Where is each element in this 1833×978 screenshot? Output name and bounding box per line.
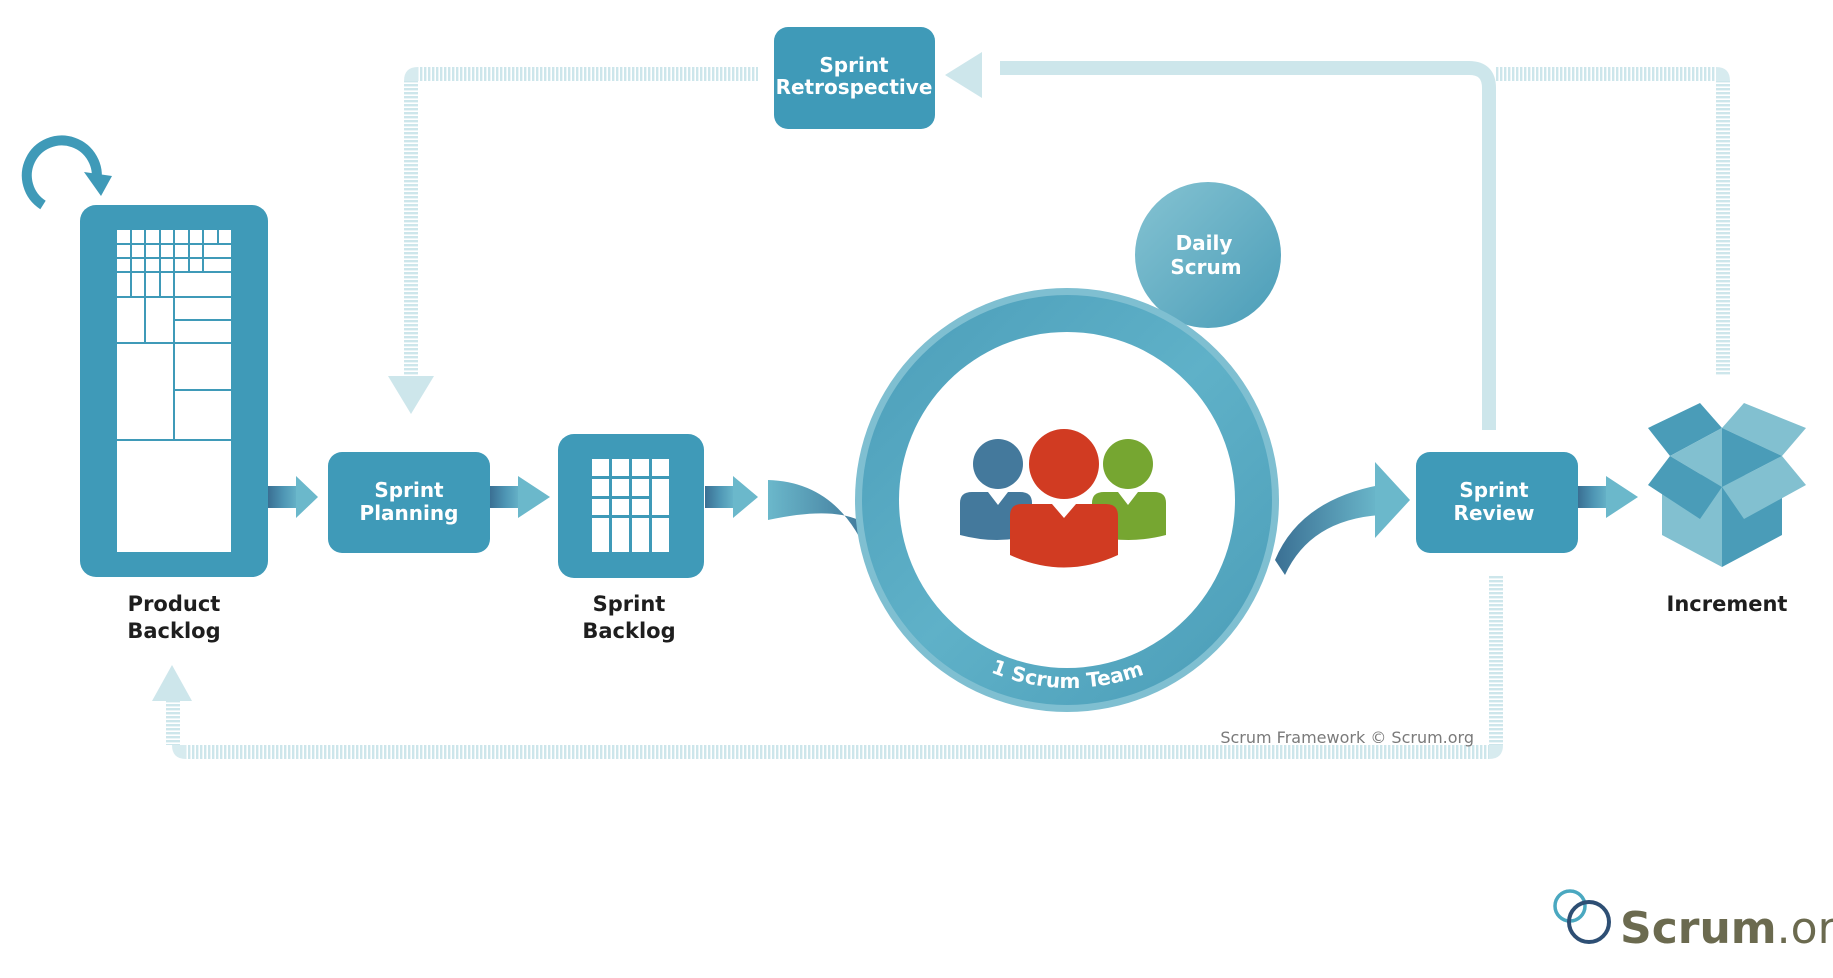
sprint-backlog-label-2: Backlog <box>582 619 675 643</box>
sprint-retrospective-box[interactable]: Sprint Retrospective <box>774 27 935 129</box>
increment-label: Increment <box>1667 592 1788 616</box>
arrow-planning-to-sprint-backlog-icon <box>490 476 550 518</box>
arrow-backlog-to-planning-icon <box>268 476 318 518</box>
daily-scrum-label-2: Scrum <box>1170 255 1241 279</box>
product-backlog-label-1: Product <box>128 592 221 616</box>
arrow-up-to-product-backlog-icon <box>152 665 192 701</box>
sprint-planning-label-2: Planning <box>360 501 459 525</box>
sprint-review-box[interactable]: Sprint Review <box>1416 452 1578 553</box>
arrow-down-to-planning-icon <box>388 376 434 414</box>
sprint-backlog[interactable]: Sprint Backlog <box>558 434 704 643</box>
product-backlog-label-2: Backlog <box>127 619 220 643</box>
daily-scrum-label-1: Daily <box>1176 231 1233 255</box>
copyright-text: Scrum Framework © Scrum.org <box>1220 728 1474 747</box>
backlog-items-grid-icon <box>115 228 233 554</box>
sprint-backlog-label-1: Sprint <box>593 592 666 616</box>
product-backlog[interactable]: Product Backlog <box>21 135 268 643</box>
swoosh-out-of-team <box>1275 462 1410 575</box>
arrow-sprint-backlog-to-team-icon <box>705 476 758 518</box>
daily-scrum-circle[interactable]: Daily Scrum <box>1135 182 1281 328</box>
arrow-left-to-retro-icon <box>945 52 982 98</box>
sprint-retrospective-label-1: Sprint <box>819 53 889 77</box>
scrum-framework-diagram: Product Backlog Sprint Planning Sprint B… <box>21 27 1833 954</box>
logo-rings-icon <box>1553 889 1611 944</box>
increment-feedback-flow <box>1496 67 1730 376</box>
scrum-org-logo[interactable]: Scrum.org <box>1553 889 1833 954</box>
sprint-planning-box[interactable]: Sprint Planning <box>328 452 490 553</box>
sprint-review-label-2: Review <box>1454 501 1535 525</box>
arrow-review-to-increment-icon <box>1578 476 1638 518</box>
sprint-review-label-1: Sprint <box>1459 478 1529 502</box>
sprint-retrospective-label-2: Retrospective <box>776 75 933 99</box>
logo-text: Scrum.org <box>1620 903 1833 954</box>
retro-to-planning-flow <box>388 67 758 414</box>
scrum-team-circle[interactable]: 1 Scrum Team <box>855 288 1279 712</box>
increment[interactable]: Increment <box>1648 403 1806 616</box>
open-box-icon <box>1648 403 1806 567</box>
sprint-planning-label-1: Sprint <box>374 478 444 502</box>
